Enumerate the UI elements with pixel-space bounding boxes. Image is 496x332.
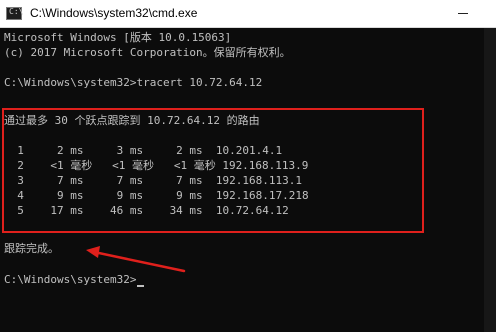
banner-copyright: (c) 2017 Microsoft Corporation。保留所有权利。 xyxy=(4,46,291,59)
text-cursor xyxy=(137,285,145,287)
title-bar[interactable]: C:\ C:\Windows\system32\cmd.exe xyxy=(0,0,496,28)
highlight-box xyxy=(2,108,424,233)
console-icon: C:\ xyxy=(6,7,23,20)
trace-complete-text: 跟踪完成。 xyxy=(4,242,59,255)
window-title: C:\Windows\system32\cmd.exe xyxy=(30,6,198,20)
banner-version: Microsoft Windows [版本 10.0.15063] xyxy=(4,31,232,44)
minimize-button[interactable] xyxy=(440,0,486,27)
annotation-arrow-icon xyxy=(86,246,186,273)
command-line: C:\Windows\system32>tracert 10.72.64.12 xyxy=(4,76,263,89)
console-output[interactable]: Microsoft Windows [版本 10.0.15063] (c) 20… xyxy=(0,28,496,332)
scrollbar[interactable] xyxy=(484,28,496,332)
